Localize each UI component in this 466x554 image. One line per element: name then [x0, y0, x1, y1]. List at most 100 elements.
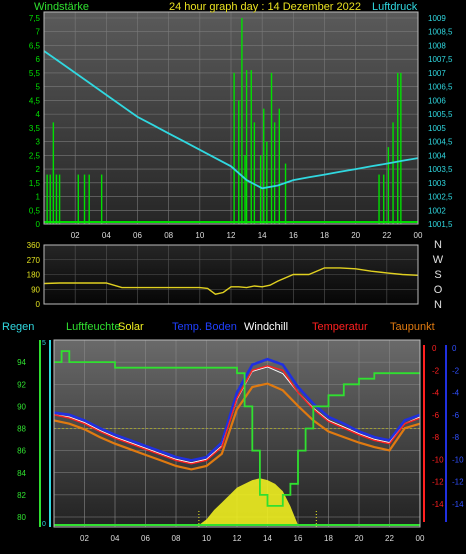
wind-tick-label: 7 — [36, 28, 41, 37]
wind-tick-label: 5,5 — [29, 69, 41, 78]
legend-rain: Regen — [2, 321, 34, 333]
time-tick-label: 18 — [320, 231, 329, 240]
legend-solar: Solar — [118, 321, 144, 333]
temperature-tick-label: -4 — [432, 389, 440, 398]
time-tick-label: 22 — [385, 534, 394, 543]
soil-temp-tick-label: -4 — [452, 389, 460, 398]
weather-graph-canvas: 00,511,522,533,544,555,566,577,5 1001,51… — [2, 1, 464, 543]
temperature-tick-label: -12 — [432, 478, 444, 487]
time-axis-ticks-bottom: 02 04 06 08 10 12 14 16 18 20 22 00 — [80, 534, 425, 543]
compass-label: W — [433, 254, 444, 266]
wind-tick-label: 0,5 — [29, 206, 41, 215]
wind-direction-chart: 090180270360 NWSON — [27, 239, 444, 311]
compass-label: O — [434, 284, 443, 296]
pressure-axis-title: Luftdruck — [372, 1, 418, 13]
pressure-tick-label: 1003 — [428, 179, 446, 188]
time-tick-label: 06 — [133, 231, 142, 240]
chart-title: 24 hour graph day : 14 Dezember 2022 — [169, 1, 361, 13]
wind-tick-label: 0 — [36, 220, 41, 229]
wind-tick-label: 6,5 — [29, 41, 41, 50]
time-tick-label: 12 — [227, 231, 236, 240]
humidity-tick-label: 92 — [17, 380, 26, 389]
time-tick-label: 00 — [416, 534, 425, 543]
wind-tick-label: 3,5 — [29, 124, 41, 133]
wind-axis-ticks: 0 0,5 1 1,5 2 2,5 3 3,5 4 4,5 5 5,5 6 6,5 7 7,5 — [29, 14, 41, 229]
humidity-tick-label: 94 — [17, 358, 26, 367]
temperature-tick-label: -2 — [432, 366, 440, 375]
pressure-tick-label: 1007 — [428, 69, 446, 78]
time-tick-label: 16 — [289, 231, 298, 240]
pressure-tick-label: 1001,5 — [428, 220, 453, 229]
legend-humidity: Luftfeuchte — [66, 321, 120, 333]
soil-temp-tick-label: -6 — [452, 411, 460, 420]
wind-tick-label: 2 — [36, 165, 41, 174]
rain-axis-ticks: 05 — [42, 340, 46, 528]
compass-label: S — [434, 269, 441, 281]
pressure-tick-label: 1006 — [428, 96, 446, 105]
legend-windchill: Windchill — [244, 321, 288, 333]
pressure-tick-label: 1002,5 — [428, 193, 453, 202]
humidity-axis-ticks: 80 82 84 86 88 90 92 94 — [17, 358, 26, 522]
pressure-axis-ticks: 1001,5 1002 1002,5 1003 1003,5 1004 1004,5 1005… — [428, 14, 453, 229]
time-tick-label: 20 — [355, 534, 364, 543]
temperature-tick-label: 0 — [432, 344, 437, 353]
wind-tick-label: 6 — [36, 55, 41, 64]
soil-temp-tick-label: 0 — [452, 344, 457, 353]
pressure-tick-label: 1008,5 — [428, 28, 453, 37]
legend-dewpoint: Taupunkt — [390, 321, 435, 333]
time-tick-label: 14 — [258, 231, 267, 240]
soil-temp-tick-label: -14 — [452, 500, 464, 509]
temperature-tick-label: -8 — [432, 433, 440, 442]
compass-label: N — [434, 299, 442, 311]
pressure-tick-label: 1006,5 — [428, 83, 453, 92]
time-tick-label: 16 — [294, 534, 303, 543]
rain-tick-label: 0 — [42, 521, 46, 528]
direction-tick-label: 0 — [36, 300, 41, 309]
humidity-tick-label: 80 — [17, 513, 26, 522]
humidity-tick-label: 84 — [17, 469, 26, 478]
wind-pressure-chart: 00,511,522,533,544,555,566,577,5 1001,51… — [29, 1, 453, 240]
humidity-tick-label: 90 — [17, 402, 26, 411]
temperature-axis-ticks: 0 -2 -4 -6 -8 -10 -12 -14 — [432, 344, 444, 509]
time-tick-label: 02 — [71, 231, 80, 240]
pressure-tick-label: 1003,5 — [428, 165, 453, 174]
pressure-tick-label: 1002 — [428, 206, 446, 215]
direction-axis-ticks: 0 90 180 270 360 — [27, 241, 41, 309]
pressure-tick-label: 1005,5 — [428, 110, 453, 119]
wind-tick-label: 4 — [36, 110, 41, 119]
humidity-tick-label: 82 — [17, 491, 26, 500]
pressure-tick-label: 1005 — [428, 124, 446, 133]
time-tick-label: 10 — [195, 231, 204, 240]
wind-tick-label: 2,5 — [29, 151, 41, 160]
soil-temp-tick-label: -8 — [452, 433, 460, 442]
direction-tick-label: 180 — [27, 271, 41, 280]
soil-temp-axis-ticks: 0 -2 -4 -6 -8 -10 -12 -14 — [452, 344, 464, 509]
time-tick-label: 18 — [324, 534, 333, 543]
time-tick-label: 08 — [164, 231, 173, 240]
compass-label: N — [434, 239, 442, 251]
direction-tick-label: 90 — [31, 285, 40, 294]
temperature-humidity-chart: 8082848688909294 05 0-2-4-6-8-10-12-14 0… — [17, 339, 464, 543]
humidity-tick-label: 88 — [17, 425, 26, 434]
time-tick-label: 00 — [414, 231, 423, 240]
legend: Regen Luftfeuchte Solar Temp. Boden Wind… — [2, 321, 435, 333]
pressure-tick-label: 1004 — [428, 151, 446, 160]
compass-labels: NWSON — [433, 239, 444, 311]
time-tick-label: 10 — [202, 534, 211, 543]
legend-soil-temp: Temp. Boden — [172, 321, 237, 333]
soil-temp-tick-label: -2 — [452, 366, 460, 375]
temperature-tick-label: -10 — [432, 455, 444, 464]
time-tick-label: 20 — [351, 231, 360, 240]
wind-tick-label: 1,5 — [29, 179, 41, 188]
legend-temperature: Temperatur — [312, 321, 368, 333]
time-tick-label: 12 — [233, 534, 242, 543]
time-axis-ticks-top: 02 04 06 08 10 12 14 16 18 20 22 00 — [71, 231, 423, 240]
direction-tick-label: 360 — [27, 241, 41, 250]
temperature-tick-label: -6 — [432, 411, 440, 420]
wind-axis-title: Windstärke — [34, 1, 89, 13]
time-tick-label: 08 — [172, 534, 181, 543]
pressure-tick-label: 1009 — [428, 14, 446, 23]
wind-tick-label: 4,5 — [29, 96, 41, 105]
wind-tick-label: 3 — [36, 138, 41, 147]
soil-temp-tick-label: -12 — [452, 478, 464, 487]
